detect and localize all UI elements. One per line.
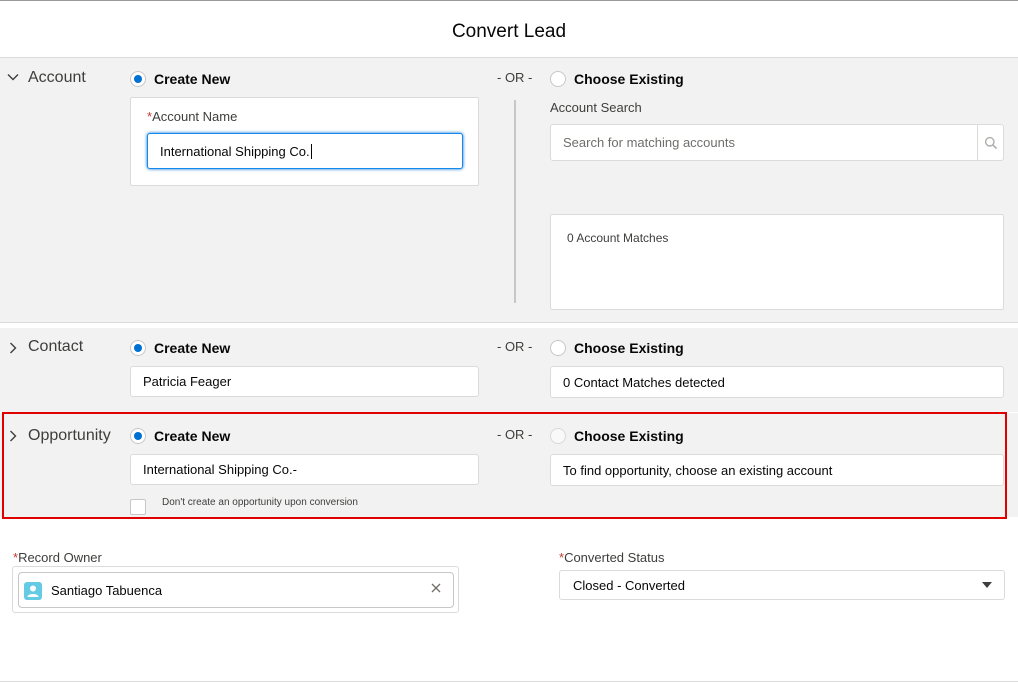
- opportunity-section-title[interactable]: Opportunity: [28, 427, 111, 445]
- record-owner-label: *Record Owner: [13, 550, 102, 565]
- account-create-new-radio[interactable]: Create New: [130, 71, 230, 87]
- account-matches-text: 0 Account Matches: [567, 231, 669, 245]
- account-search-placeholder: Search for matching accounts: [563, 135, 735, 150]
- account-section: Account Create New - OR - Choose Existin…: [0, 58, 1018, 323]
- search-icon[interactable]: [977, 125, 1003, 160]
- modal-header: Convert Lead: [0, 0, 1018, 58]
- account-name-input[interactable]: International Shipping Co.: [147, 133, 463, 169]
- radio-unselected-icon[interactable]: [550, 428, 566, 444]
- account-name-value: International Shipping Co.: [160, 143, 310, 159]
- account-search-label: Account Search: [550, 100, 642, 115]
- account-choose-existing-radio[interactable]: Choose Existing: [550, 71, 684, 87]
- record-owner-value: Santiago Tabuenca: [51, 583, 163, 598]
- opportunity-existing-hint-field: To find opportunity, choose an existing …: [550, 454, 1004, 486]
- account-matches-box: 0 Account Matches: [550, 214, 1004, 310]
- dont-create-opportunity-checkbox[interactable]: [130, 499, 146, 515]
- radio-unselected-icon[interactable]: [550, 340, 566, 356]
- radio-selected-icon[interactable]: [130, 71, 146, 87]
- converted-status-label-text: Converted Status: [564, 550, 665, 565]
- radio-selected-icon[interactable]: [130, 428, 146, 444]
- contact-matches-field[interactable]: 0 Contact Matches detected: [550, 366, 1004, 398]
- opportunity-create-new-radio[interactable]: Create New: [130, 428, 230, 444]
- contact-choose-existing-label: Choose Existing: [574, 340, 684, 356]
- caret-down-icon[interactable]: [982, 582, 992, 588]
- converted-status-label: *Converted Status: [559, 550, 665, 565]
- account-name-label: *Account Name: [147, 109, 237, 124]
- record-owner-pill[interactable]: Santiago Tabuenca: [18, 572, 454, 608]
- contact-create-new-radio[interactable]: Create New: [130, 340, 230, 356]
- opportunity-create-new-label: Create New: [154, 428, 231, 444]
- contact-choose-existing-radio[interactable]: Choose Existing: [550, 340, 684, 356]
- account-search-input[interactable]: Search for matching accounts: [550, 124, 1004, 161]
- contact-section: Contact Create New - OR - Choose Existin…: [0, 328, 1018, 412]
- contact-name-value: Patricia Feager: [143, 374, 232, 389]
- radio-unselected-icon[interactable]: [550, 71, 566, 87]
- contact-matches-text: 0 Contact Matches detected: [563, 374, 725, 390]
- opportunity-name-input[interactable]: International Shipping Co.-: [130, 454, 479, 485]
- or-separator: - OR -: [497, 339, 533, 354]
- opportunity-choose-existing-label: Choose Existing: [574, 428, 684, 444]
- opportunity-existing-hint: To find opportunity, choose an existing …: [563, 462, 833, 478]
- contact-section-title[interactable]: Contact: [28, 338, 83, 356]
- converted-status-value: Closed - Converted: [573, 577, 685, 593]
- chevron-right-icon[interactable]: [6, 341, 20, 355]
- opportunity-section: Opportunity Create New - OR - Choose Exi…: [0, 413, 1018, 517]
- contact-create-new-label: Create New: [154, 340, 231, 356]
- user-icon: [24, 582, 42, 600]
- contact-name-input[interactable]: Patricia Feager: [130, 366, 479, 397]
- radio-selected-icon[interactable]: [130, 340, 146, 356]
- account-choose-existing-label: Choose Existing: [574, 71, 684, 87]
- opportunity-choose-existing-radio[interactable]: Choose Existing: [550, 428, 684, 444]
- record-owner-label-text: Record Owner: [18, 550, 102, 565]
- modal-title: Convert Lead: [451, 21, 567, 42]
- dont-create-opportunity-label: Don't create an opportunity upon convers…: [162, 497, 358, 508]
- or-separator: - OR -: [497, 427, 533, 442]
- chevron-down-icon[interactable]: [6, 70, 20, 84]
- account-name-label-text: Account Name: [152, 109, 238, 124]
- vertical-divider: [514, 100, 516, 303]
- close-icon[interactable]: [429, 581, 443, 595]
- record-owner-field[interactable]: Santiago Tabuenca: [12, 566, 459, 613]
- chevron-right-icon[interactable]: [6, 429, 20, 443]
- account-name-card: *Account Name International Shipping Co.: [130, 97, 479, 186]
- opportunity-name-value: International Shipping Co.-: [143, 462, 297, 477]
- converted-status-select[interactable]: Closed - Converted: [559, 570, 1005, 600]
- or-separator: - OR -: [497, 70, 533, 85]
- account-create-new-label: Create New: [154, 71, 231, 87]
- account-section-title[interactable]: Account: [28, 69, 86, 87]
- text-cursor: [310, 143, 312, 159]
- footer-divider: [0, 681, 1018, 682]
